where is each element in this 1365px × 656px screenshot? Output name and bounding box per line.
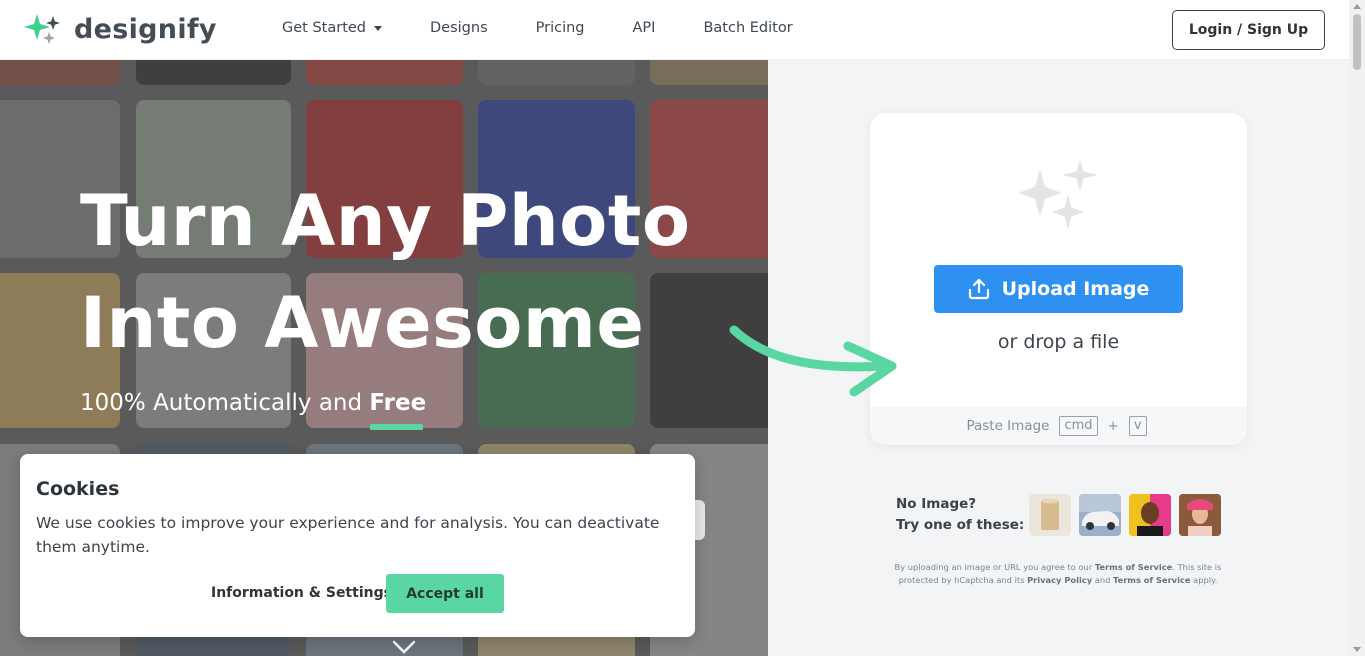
terms-notice: By uploading an image or URL you agree t… bbox=[888, 561, 1228, 587]
sparkle-logo-icon bbox=[24, 14, 60, 44]
sample-image-woman[interactable] bbox=[1179, 494, 1221, 536]
terms-text-3: and bbox=[1092, 575, 1114, 585]
terms-of-service-link-2[interactable]: Terms of Service bbox=[1113, 575, 1190, 585]
top-navbar: designify Get Started Designs Pricing AP… bbox=[0, 0, 1349, 60]
cookie-settings-button[interactable]: Information & Settings bbox=[211, 574, 392, 612]
upload-icon bbox=[968, 278, 989, 300]
kbd-plus: + bbox=[1107, 418, 1119, 434]
scroll-thumb[interactable] bbox=[1353, 14, 1361, 70]
cookie-title: Cookies bbox=[36, 478, 120, 500]
sparkles-icon bbox=[1018, 159, 1098, 229]
nav-api[interactable]: API bbox=[633, 20, 656, 36]
cookie-text: We use cookies to improve your experienc… bbox=[36, 514, 660, 556]
scroll-down-icon[interactable] bbox=[1353, 647, 1361, 652]
terms-text-4: apply. bbox=[1190, 575, 1218, 585]
free-underline bbox=[370, 424, 423, 430]
hero-title: Turn Any Photo Into Awesome bbox=[80, 170, 690, 374]
paste-image-hint: Paste Image cmd + v bbox=[870, 407, 1247, 445]
hero-subtitle: 100% Automatically and Free bbox=[80, 390, 426, 416]
chevron-down-icon[interactable] bbox=[392, 640, 416, 654]
upload-card[interactable]: Upload Image or drop a file Paste Image … bbox=[870, 113, 1247, 445]
main-nav: Get Started Designs Pricing API Batch Ed… bbox=[282, 20, 841, 36]
hero-subtitle-prefix: 100% Automatically and bbox=[80, 390, 370, 416]
no-image-line2: Try one of these: bbox=[896, 517, 1025, 533]
paste-image-label: Paste Image bbox=[966, 418, 1050, 434]
nav-get-started[interactable]: Get Started bbox=[282, 20, 382, 36]
sample-image-man[interactable] bbox=[1129, 494, 1171, 536]
no-image-prompt: No Image? Try one of these: bbox=[896, 494, 1024, 536]
kbd-cmd: cmd bbox=[1059, 416, 1098, 436]
nav-designs[interactable]: Designs bbox=[430, 20, 488, 36]
terms-text-1: By uploading an image or URL you agree t… bbox=[894, 562, 1095, 572]
logo-text: designify bbox=[74, 13, 217, 45]
scroll-up-icon[interactable] bbox=[1353, 4, 1361, 9]
scrollbar[interactable] bbox=[1349, 0, 1365, 656]
no-image-line1: No Image? bbox=[896, 496, 977, 512]
terms-of-service-link[interactable]: Terms of Service bbox=[1095, 562, 1172, 572]
cookie-banner: Cookies We use cookies to improve your e… bbox=[20, 454, 695, 637]
login-signup-button[interactable]: Login / Sign Up bbox=[1172, 10, 1325, 50]
nav-get-started-label: Get Started bbox=[282, 20, 366, 36]
hero-subtitle-free: Free bbox=[369, 390, 427, 416]
curved-arrow-icon bbox=[729, 325, 897, 397]
nav-pricing[interactable]: Pricing bbox=[536, 20, 585, 36]
sample-image-cup[interactable] bbox=[1029, 494, 1071, 536]
drop-file-text: or drop a file bbox=[997, 331, 1120, 353]
logo[interactable]: designify bbox=[22, 12, 217, 46]
sample-image-car[interactable] bbox=[1079, 494, 1121, 536]
accept-all-button[interactable]: Accept all bbox=[386, 574, 504, 613]
upload-image-button[interactable]: Upload Image bbox=[934, 265, 1183, 313]
caret-down-icon bbox=[374, 25, 382, 31]
upload-image-label: Upload Image bbox=[1001, 278, 1150, 300]
kbd-v: v bbox=[1128, 416, 1147, 436]
privacy-policy-link[interactable]: Privacy Policy bbox=[1027, 575, 1092, 585]
nav-batch-editor[interactable]: Batch Editor bbox=[703, 20, 792, 36]
hero-title-line2: Into Awesome bbox=[80, 282, 645, 364]
hero-title-line1: Turn Any Photo bbox=[80, 180, 691, 262]
